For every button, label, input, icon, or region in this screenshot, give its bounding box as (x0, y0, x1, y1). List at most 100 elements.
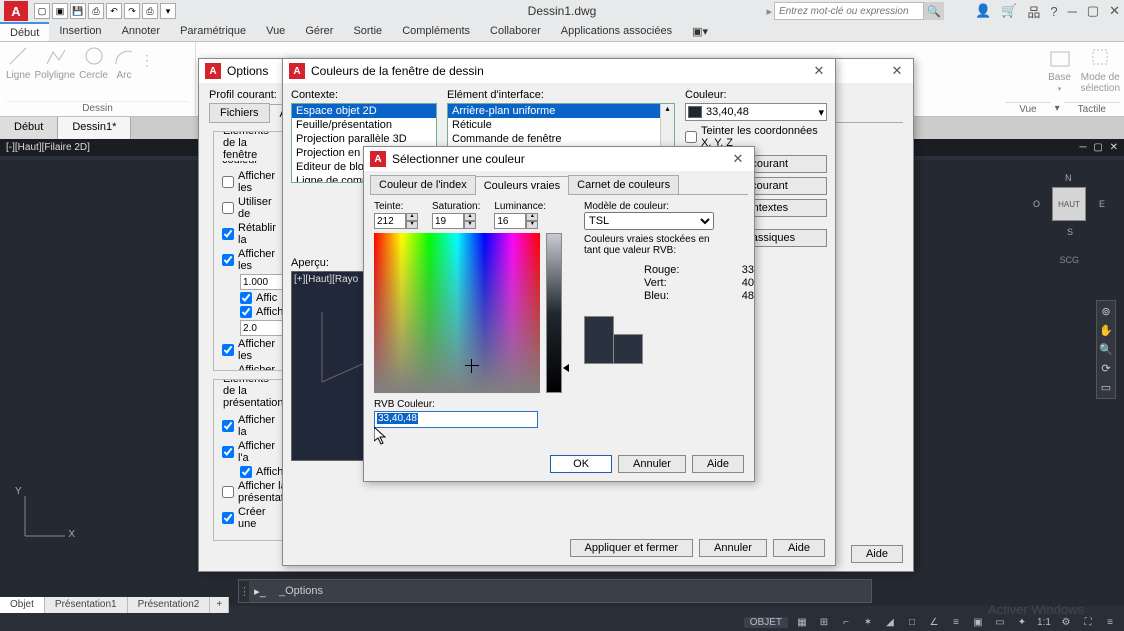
ribbon-tab-apps[interactable]: Applications associées (551, 22, 682, 41)
color-field[interactable] (374, 233, 540, 393)
colors-apply-button[interactable]: Appliquer et fermer (570, 539, 694, 557)
nav-zoom-icon[interactable]: 🔍 (1099, 343, 1113, 356)
doc-tab-dessin1[interactable]: Dessin1* (58, 117, 131, 139)
chk-tools[interactable] (222, 176, 234, 188)
chk-show3[interactable] (222, 344, 234, 356)
num1[interactable] (240, 274, 283, 290)
ribbon-tab-complements[interactable]: Compléments (392, 22, 480, 41)
command-line[interactable]: ⋮ ▸_ _Options (238, 579, 872, 603)
dropdown-icon[interactable]: ▾ (160, 3, 176, 19)
view-cube-face[interactable]: HAUT (1052, 187, 1086, 221)
chk-aff[interactable] (240, 292, 252, 304)
scg-label[interactable]: SCG (1059, 255, 1079, 265)
selcolor-close-icon[interactable]: ✕ (728, 151, 748, 167)
lum-input[interactable] (494, 213, 526, 229)
ribbon-tab-annoter[interactable]: Annoter (112, 22, 171, 41)
ctx-item-1[interactable]: Feuille/présentation (292, 118, 436, 132)
ribbon-tab-vue[interactable]: Vue (256, 22, 295, 41)
undo-icon[interactable]: ↶ (106, 3, 122, 19)
ctx-item-0[interactable]: Espace objet 2D (292, 104, 436, 118)
options-tab-fichiers[interactable]: Fichiers (209, 103, 270, 122)
vp-minimize-icon[interactable]: ─ (1080, 142, 1087, 153)
tool-line[interactable]: Ligne (6, 44, 30, 81)
ctx-item-2[interactable]: Projection parallèle 3D (292, 132, 436, 146)
chk-show4[interactable] (222, 370, 234, 371)
elem-item-2[interactable]: Commande de fenêtre (448, 132, 674, 146)
selcolor-help-button[interactable]: Aide (692, 455, 744, 473)
status-osnap-icon[interactable]: □ (904, 615, 920, 629)
rvb-input[interactable]: 33,40,48 (374, 411, 538, 428)
chk-use[interactable] (222, 202, 234, 214)
status-ortho-icon[interactable]: ⌐ (838, 615, 854, 629)
chk-p5[interactable] (222, 486, 234, 498)
sat-input[interactable] (432, 213, 464, 229)
ribbon-tab-sortie[interactable]: Sortie (343, 22, 392, 41)
panel-vue-dropdown[interactable]: ▾ (1053, 102, 1062, 116)
status-sel-icon[interactable]: ▭ (992, 615, 1008, 629)
ribbon-tab-gerer[interactable]: Gérer (295, 22, 343, 41)
colors-help-button[interactable]: Aide (773, 539, 825, 557)
status-grid-icon[interactable]: ▦ (794, 615, 810, 629)
colors-title-bar[interactable]: A Couleurs de la fenêtre de dessin ✕ (283, 59, 835, 83)
search-icon[interactable]: 🔍 (924, 2, 944, 20)
ribbon-tab-insertion[interactable]: Insertion (49, 22, 111, 41)
status-custom-icon[interactable]: ≡ (1102, 615, 1118, 629)
chk-show1[interactable] (222, 254, 234, 266)
status-scale-icon[interactable]: 1:1 (1036, 615, 1052, 629)
nav-wheel-icon[interactable]: ⊚ (1101, 305, 1110, 318)
status-gizmo-icon[interactable]: ✦ (1014, 615, 1030, 629)
selcolor-title-bar[interactable]: A Sélectionner une couleur ✕ (364, 147, 754, 171)
tool-more-icon[interactable]: ⋮ (140, 44, 154, 81)
status-gear-icon[interactable]: ⚙ (1058, 615, 1074, 629)
app-menu-icon[interactable]: 品 (1027, 2, 1040, 21)
num2[interactable] (240, 320, 283, 336)
hue-input[interactable] (374, 213, 406, 229)
doc-tab-start[interactable]: Début (0, 117, 58, 139)
tool-base[interactable]: Base▾ (1047, 44, 1073, 93)
chk-show2[interactable] (240, 306, 252, 318)
elem-item-0[interactable]: Arrière-plan uniforme (448, 104, 674, 118)
status-trans-icon[interactable]: ▣ (970, 615, 986, 629)
tool-arc[interactable]: Arc (112, 44, 136, 81)
chk-p4[interactable] (240, 466, 252, 478)
options-close-icon[interactable]: ✕ (887, 63, 907, 79)
nav-pan-icon[interactable]: ✋ (1099, 324, 1113, 337)
chk-restore[interactable] (222, 228, 234, 240)
tool-mode-selection[interactable]: Mode de sélection (1081, 44, 1120, 94)
vp-maximize-icon[interactable]: ▢ (1093, 142, 1102, 153)
chk-p2[interactable] (222, 420, 234, 432)
sc-tab-index[interactable]: Couleur de l'index (370, 175, 476, 194)
hue-down-icon[interactable]: ▾ (406, 221, 418, 229)
save-icon[interactable]: 💾 (70, 3, 86, 19)
status-polar-icon[interactable]: ✶ (860, 615, 876, 629)
nav-orbit-icon[interactable]: ⟳ (1101, 362, 1110, 375)
colors-close-icon[interactable]: ✕ (809, 63, 829, 79)
close-icon[interactable]: ✕ (1109, 3, 1120, 19)
color-combo[interactable]: 33,40,48 ▾ (685, 103, 827, 121)
sat-up-icon[interactable]: ▴ (464, 213, 476, 221)
minimize-icon[interactable]: ─ (1068, 4, 1077, 19)
ribbon-tab-debut[interactable]: Début (0, 22, 49, 41)
tool-polyline[interactable]: Polyligne (34, 44, 75, 81)
status-lwt-icon[interactable]: ≡ (948, 615, 964, 629)
lum-down-icon[interactable]: ▾ (526, 221, 538, 229)
status-snap-icon[interactable]: ⊞ (816, 615, 832, 629)
restore-icon[interactable]: ▢ (1087, 3, 1099, 19)
vp-close-icon[interactable]: ✕ (1110, 142, 1118, 153)
print-icon[interactable]: ⎙ (142, 3, 158, 19)
ribbon-tab-collaborer[interactable]: Collaborer (480, 22, 551, 41)
color-model-select[interactable]: TSL (584, 212, 714, 230)
elem-item-1[interactable]: Réticule (448, 118, 674, 132)
status-iso-icon[interactable]: ◢ (882, 615, 898, 629)
status-full-icon[interactable]: ⛶ (1080, 615, 1096, 629)
selcolor-cancel-button[interactable]: Annuler (618, 455, 686, 473)
new-icon[interactable]: ▢ (34, 3, 50, 19)
cart-icon[interactable]: 🛒 (1001, 3, 1017, 19)
nav-showmotion-icon[interactable]: ▭ (1101, 381, 1111, 394)
chk-p6[interactable] (222, 512, 234, 524)
sc-tab-true[interactable]: Couleurs vraies (475, 176, 569, 195)
ribbon-tab-extra-icon[interactable]: ▣▾ (682, 22, 718, 41)
selcolor-ok-button[interactable]: OK (550, 455, 612, 473)
ribbon-tab-parametrique[interactable]: Paramétrique (170, 22, 256, 41)
lum-up-icon[interactable]: ▴ (526, 213, 538, 221)
